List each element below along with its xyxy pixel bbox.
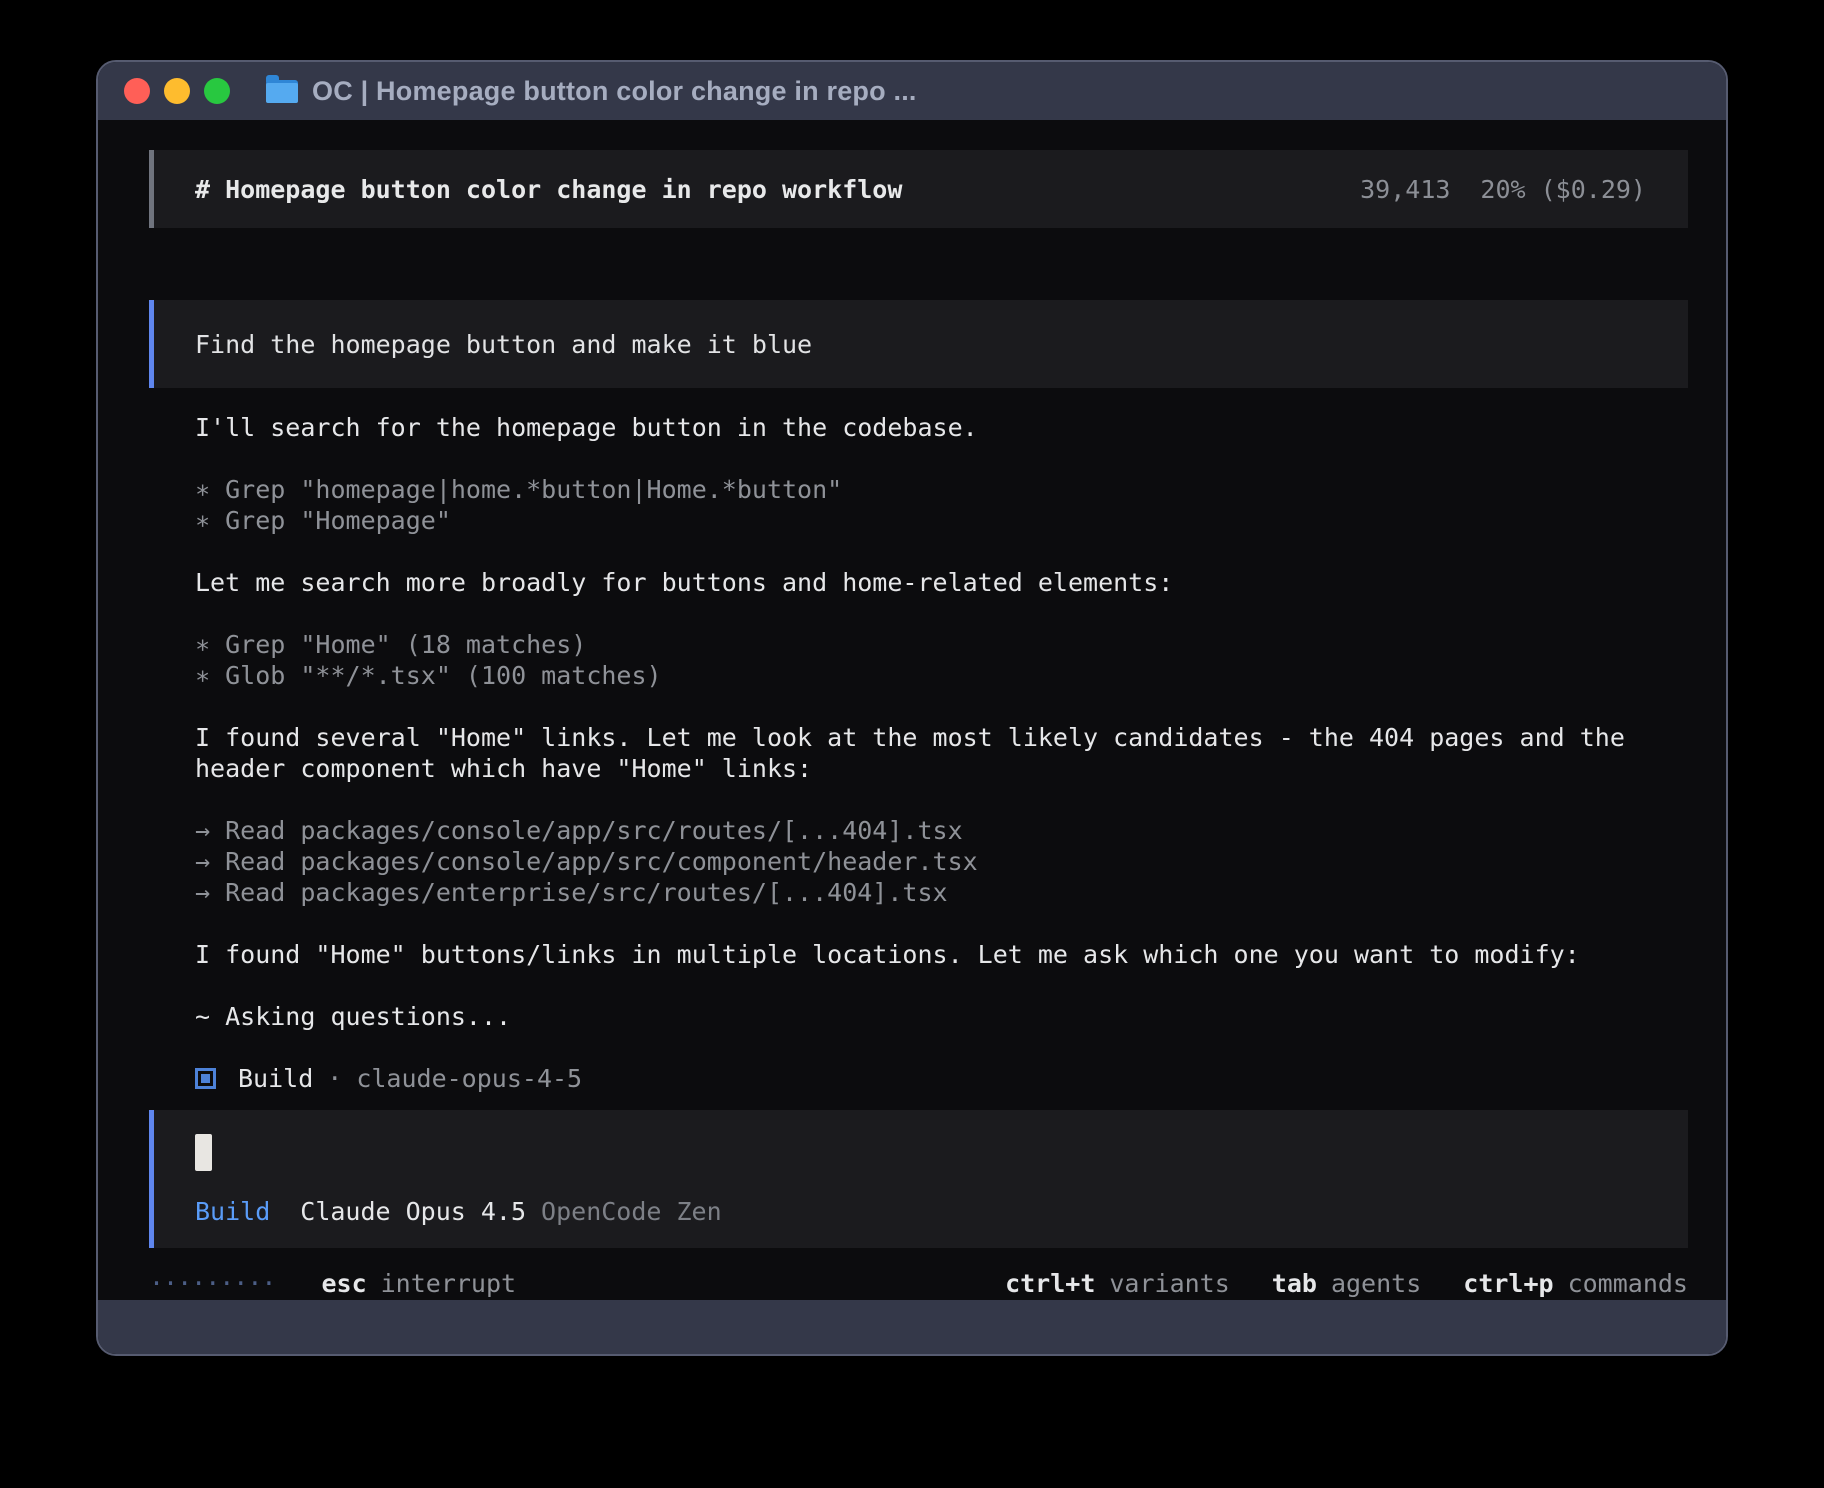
text-cursor	[195, 1134, 212, 1171]
tool-call-read: → Read packages/console/app/src/componen…	[195, 846, 1688, 877]
working-status: ~ Asking questions...	[195, 1001, 1688, 1032]
hint-commands: ctrl+p commands	[1463, 1269, 1688, 1298]
tool-call-grep: ∗ Grep "Homepage"	[195, 505, 1688, 536]
esc-key: esc	[321, 1269, 366, 1298]
hint-agents: tab agents	[1272, 1269, 1421, 1298]
tool-call-read: → Read packages/console/app/src/routes/[…	[195, 815, 1688, 846]
titlebar: OC | Homepage button color change in rep…	[98, 62, 1726, 120]
assistant-text: I found several "Home" links. Let me loo…	[195, 722, 1688, 784]
assistant-text-line: header component which have "Home" links…	[195, 753, 1688, 784]
input-model: Claude Opus 4.5	[300, 1197, 526, 1226]
conversation: I'll search for the homepage button in t…	[149, 412, 1688, 1094]
agent-separator: ·	[327, 1063, 342, 1094]
zoom-button[interactable]	[204, 78, 230, 104]
user-message: Find the homepage button and make it blu…	[149, 300, 1688, 388]
agent-row: Build · claude-opus-4-5	[195, 1063, 1688, 1094]
app-window: OC | Homepage button color change in rep…	[96, 60, 1728, 1356]
close-button[interactable]	[124, 78, 150, 104]
session-header: # Homepage button color change in repo w…	[149, 150, 1688, 228]
assistant-text-line: I found several "Home" links. Let me loo…	[195, 722, 1688, 753]
hints-right: ctrl+t variants tab agents ctrl+p comman…	[1005, 1269, 1688, 1298]
input-footer: Build Claude Opus 4.5 OpenCode Zen	[195, 1197, 1647, 1228]
tool-call-group: → Read packages/console/app/src/routes/[…	[195, 815, 1688, 908]
window-title: OC | Homepage button color change in rep…	[312, 76, 917, 107]
agent-name: Build	[238, 1063, 313, 1094]
agent-model: claude-opus-4-5	[356, 1063, 582, 1094]
terminal-body: # Homepage button color change in repo w…	[98, 120, 1726, 1300]
tool-call-grep: ∗ Grep "Home" (18 matches)	[195, 629, 1688, 660]
tool-call-glob: ∗ Glob "**/*.tsx" (100 matches)	[195, 660, 1688, 691]
prompt-input[interactable]: Build Claude Opus 4.5 OpenCode Zen	[149, 1110, 1688, 1248]
assistant-text: Let me search more broadly for buttons a…	[195, 567, 1688, 598]
assistant-text: I'll search for the homepage button in t…	[195, 412, 1688, 443]
session-title: # Homepage button color change in repo w…	[195, 175, 902, 204]
esc-label: interrupt	[381, 1269, 516, 1298]
ctrl-t-key: ctrl+t	[1005, 1269, 1095, 1298]
input-mode: Build	[195, 1197, 270, 1226]
hint-variants: ctrl+t variants	[1005, 1269, 1230, 1298]
ctrl-p-key: ctrl+p	[1463, 1269, 1553, 1298]
session-stats: 39,413 20% ($0.29)	[1360, 175, 1646, 204]
build-agent-icon	[195, 1068, 216, 1089]
context-cost: 20% ($0.29)	[1480, 175, 1646, 204]
user-message-text: Find the homepage button and make it blu…	[195, 330, 812, 359]
folder-icon	[266, 80, 298, 103]
hint-interrupt: esc interrupt	[321, 1269, 516, 1298]
tool-call-read: → Read packages/enterprise/src/routes/[.…	[195, 877, 1688, 908]
input-provider: OpenCode Zen	[541, 1197, 722, 1226]
tab-key: tab	[1272, 1269, 1317, 1298]
window-footer	[98, 1300, 1726, 1354]
spinner-dots: ·········	[149, 1269, 275, 1298]
agents-label: agents	[1331, 1269, 1421, 1298]
variants-label: variants	[1109, 1269, 1229, 1298]
token-count: 39,413	[1360, 175, 1450, 204]
tool-call-group: ∗ Grep "homepage|home.*button|Home.*butt…	[195, 474, 1688, 536]
minimize-button[interactable]	[164, 78, 190, 104]
tool-call-group: ∗ Grep "Home" (18 matches) ∗ Glob "**/*.…	[195, 629, 1688, 691]
commands-label: commands	[1568, 1269, 1688, 1298]
status-bar: ········· esc interrupt ctrl+t variants …	[149, 1268, 1688, 1299]
assistant-text: I found "Home" buttons/links in multiple…	[195, 939, 1688, 970]
tool-call-grep: ∗ Grep "homepage|home.*button|Home.*butt…	[195, 474, 1688, 505]
